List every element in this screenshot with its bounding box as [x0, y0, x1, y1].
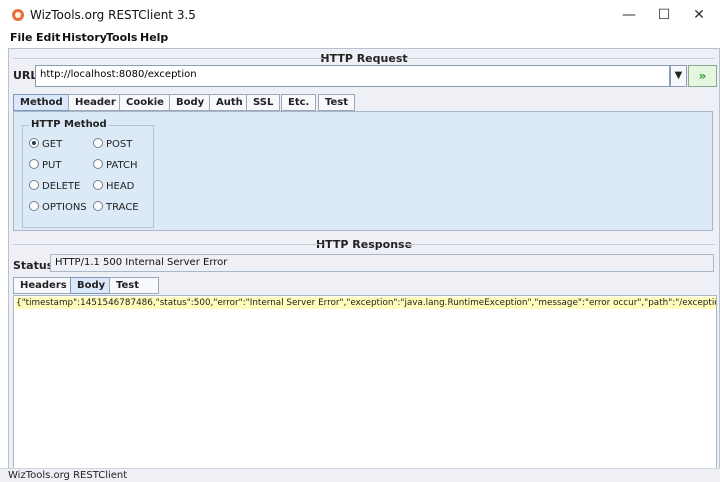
- radio-icon: [93, 180, 103, 190]
- main-frame: HTTP Request URL: http://localhost:8080/…: [8, 48, 720, 471]
- url-input[interactable]: http://localhost:8080/exception: [35, 65, 670, 87]
- status-value: HTTP/1.1 500 Internal Server Error: [55, 257, 228, 268]
- radio-selected-icon: [29, 138, 39, 148]
- response-separator-right: [405, 244, 715, 245]
- tab-test-result[interactable]: Test Result: [109, 277, 159, 306]
- window-title: WizTools.org RESTClient 3.5: [30, 8, 196, 22]
- method-pane: HTTP Method GET POST PUT PATCH DELETE HE…: [13, 111, 713, 231]
- request-separator-left: [13, 58, 323, 59]
- http-method-title: HTTP Method: [29, 119, 109, 130]
- response-body-pane[interactable]: {"timestamp":1451546787486,"status":500,…: [13, 295, 717, 471]
- status-bar: WizTools.org RESTClient: [0, 468, 720, 482]
- tab-method[interactable]: Method: [13, 94, 70, 111]
- method-delete-label: DELETE: [42, 181, 81, 192]
- request-separator-right: [405, 58, 715, 59]
- url-value: http://localhost:8080/exception: [40, 69, 197, 80]
- title-bar: WizTools.org RESTClient 3.5 — ☐ ✕: [0, 0, 720, 30]
- method-patch-radio[interactable]: PATCH: [93, 159, 137, 171]
- response-separator-left: [13, 244, 323, 245]
- tab-auth[interactable]: Auth: [209, 94, 250, 111]
- response-body-text: {"timestamp":1451546787486,"status":500,…: [15, 297, 716, 309]
- method-post-radio[interactable]: POST: [93, 138, 132, 150]
- method-get-radio[interactable]: GET: [29, 138, 62, 150]
- minimize-button[interactable]: —: [612, 4, 646, 26]
- menu-edit[interactable]: Edit: [36, 31, 60, 44]
- radio-icon: [29, 201, 39, 211]
- tab-cookie[interactable]: Cookie: [119, 94, 171, 111]
- status-bar-text: WizTools.org RESTClient: [8, 470, 128, 481]
- status-field: HTTP/1.1 500 Internal Server Error: [50, 254, 714, 272]
- radio-icon: [29, 180, 39, 190]
- method-head-radio[interactable]: HEAD: [93, 180, 134, 192]
- method-trace-radio[interactable]: TRACE: [93, 201, 139, 213]
- tab-response-headers[interactable]: Headers: [13, 277, 74, 294]
- radio-icon: [93, 201, 103, 211]
- tab-body[interactable]: Body: [169, 94, 212, 111]
- method-delete-radio[interactable]: DELETE: [29, 180, 80, 192]
- menu-bar: File Edit History Tools Help: [0, 30, 720, 48]
- close-button[interactable]: ✕: [682, 4, 716, 26]
- menu-history[interactable]: History: [62, 31, 107, 44]
- tab-etc[interactable]: Etc.: [281, 94, 317, 111]
- menu-file[interactable]: File: [10, 31, 33, 44]
- http-method-group: HTTP Method GET POST PUT PATCH DELETE HE…: [22, 119, 154, 228]
- method-options-label: OPTIONS: [42, 202, 87, 213]
- method-trace-label: TRACE: [106, 202, 139, 213]
- app-icon: [12, 9, 24, 21]
- radio-icon: [93, 138, 103, 148]
- menu-tools[interactable]: Tools: [106, 31, 137, 44]
- method-get-label: GET: [42, 139, 63, 150]
- tab-response-body[interactable]: Body: [70, 277, 113, 294]
- maximize-button[interactable]: ☐: [647, 4, 681, 26]
- method-put-radio[interactable]: PUT: [29, 159, 61, 171]
- go-button[interactable]: »: [688, 65, 717, 87]
- method-options-radio[interactable]: OPTIONS: [29, 201, 87, 213]
- tab-test[interactable]: Test: [318, 94, 356, 111]
- method-head-label: HEAD: [106, 181, 135, 192]
- method-patch-label: PATCH: [106, 160, 138, 171]
- url-dropdown-button[interactable]: ▼: [670, 65, 687, 87]
- radio-icon: [93, 159, 103, 169]
- tab-header[interactable]: Header: [68, 94, 123, 111]
- method-post-label: POST: [106, 139, 133, 150]
- method-put-label: PUT: [42, 160, 62, 171]
- radio-icon: [29, 159, 39, 169]
- tab-ssl[interactable]: SSL: [246, 94, 281, 111]
- menu-help[interactable]: Help: [140, 31, 168, 44]
